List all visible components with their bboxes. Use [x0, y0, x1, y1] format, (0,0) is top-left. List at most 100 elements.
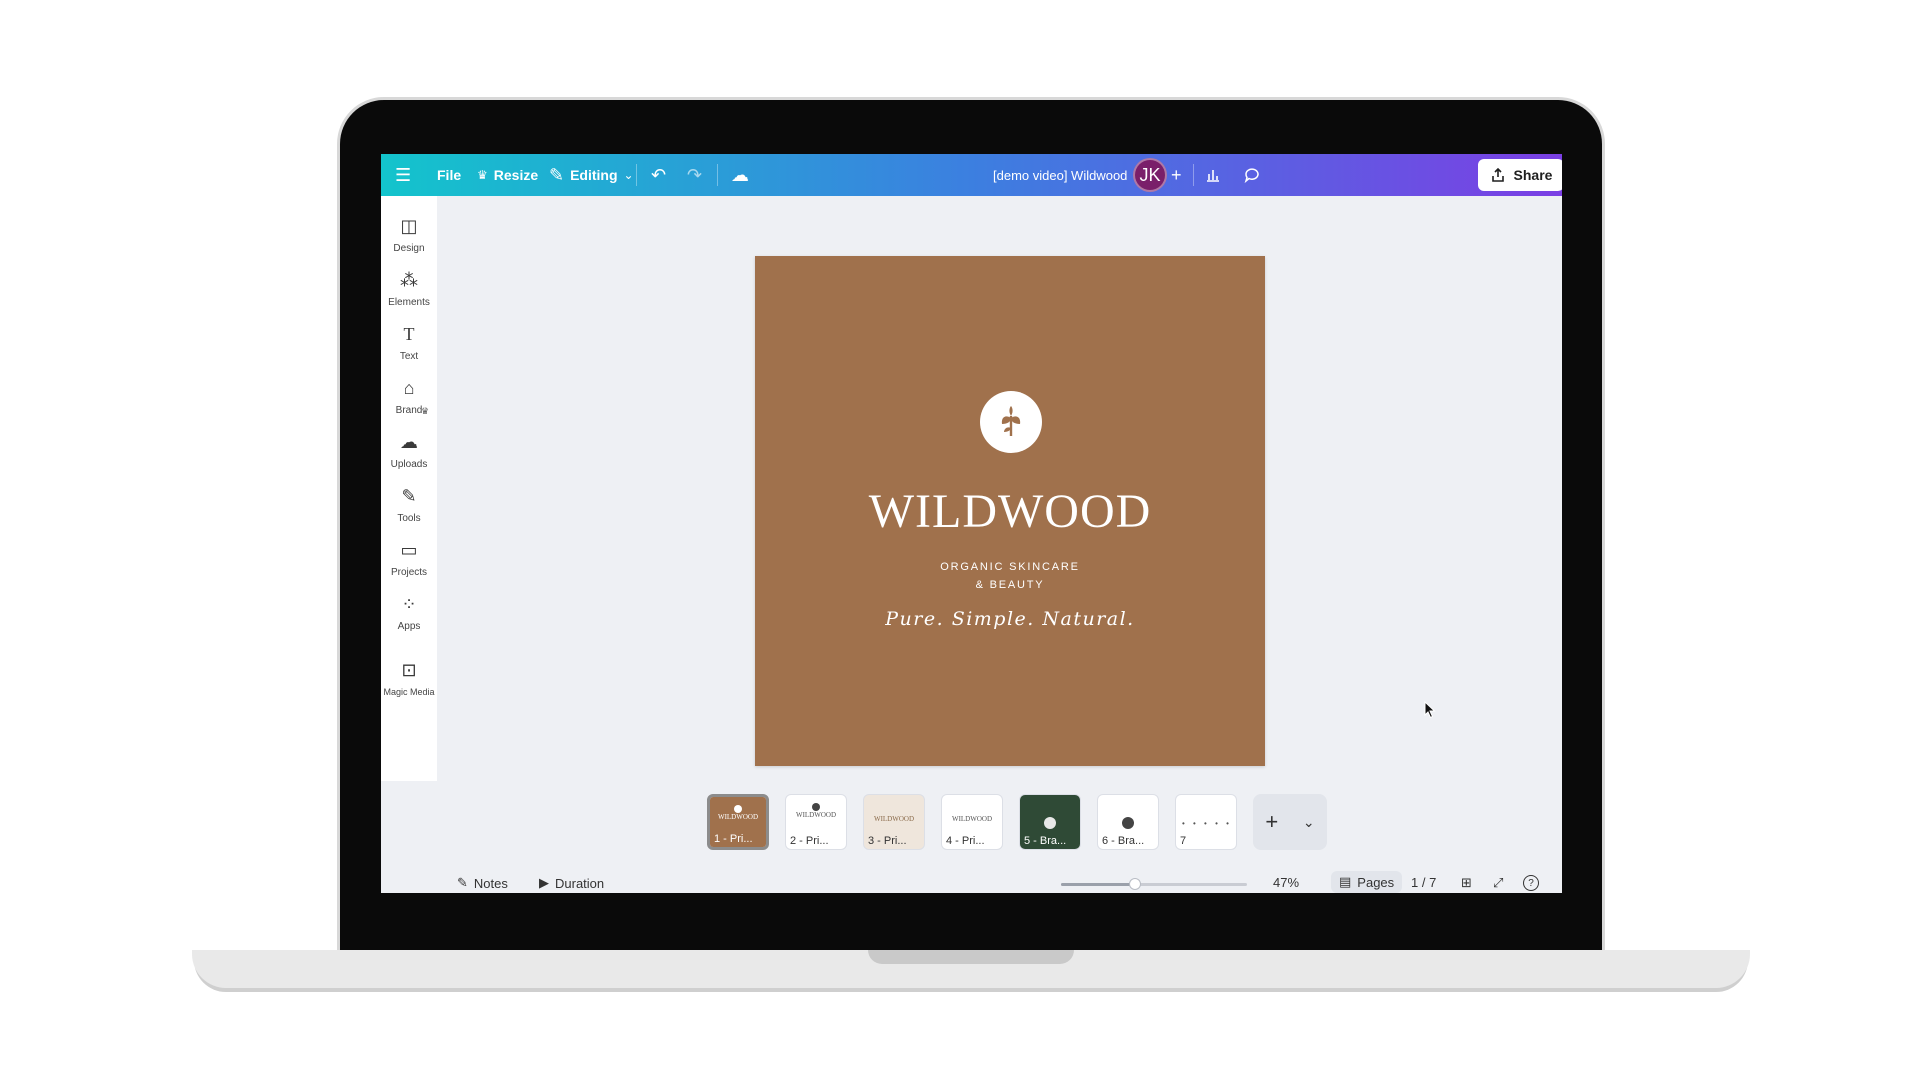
design-canvas[interactable]: WILDWOOD ORGANIC SKINCARE & BEAUTY Pure.…: [755, 256, 1265, 766]
plus-icon: +: [1171, 165, 1182, 185]
pages-icon: ▤: [1339, 874, 1352, 889]
page-thumbnail-7[interactable]: • • • • • 7: [1175, 794, 1237, 850]
sidebar-item-tools[interactable]: ✎ Tools: [381, 484, 437, 524]
cloud-save-button[interactable]: ☁: [731, 154, 749, 196]
page-label: 2 - Pri...: [790, 835, 829, 847]
notes-button[interactable]: ✎ Notes: [457, 875, 508, 891]
page-thumbnail-2[interactable]: WILDWOOD 2 - Pri...: [785, 794, 847, 850]
page-label: 1 - Pri...: [714, 833, 753, 845]
sidebar-item-uploads[interactable]: ☁ Uploads: [381, 430, 437, 470]
upload-share-icon: [1491, 167, 1504, 182]
thumb-brand-name: WILDWOOD: [795, 811, 837, 819]
sidebar-item-label: Apps: [397, 621, 421, 632]
pages-label: Pages: [1357, 874, 1395, 890]
sidebar-item-design[interactable]: ◫ Design: [381, 214, 437, 254]
notes-icon: ✎: [457, 875, 468, 890]
resize-button[interactable]: ♛ Resize: [477, 154, 538, 196]
page-thumbnail-6[interactable]: 6 - Bra...: [1097, 794, 1159, 850]
elements-icon: ⁂: [400, 270, 418, 290]
page-count: 1 / 7: [1411, 875, 1437, 890]
plus-icon: +: [1265, 809, 1279, 834]
leaf-icon: [734, 805, 742, 813]
sidebar-item-label: Text: [399, 351, 419, 362]
editing-mode-dropdown[interactable]: ✎ Editing ⌄: [549, 154, 634, 196]
sidebar-item-label: Magic Media: [383, 687, 435, 697]
comments-button[interactable]: [1243, 154, 1261, 196]
duration-button[interactable]: ▶ Duration: [539, 875, 604, 891]
fullscreen-button[interactable]: ⤢: [1493, 875, 1503, 891]
sidebar-item-magic-media[interactable]: ⊡ Magic Media: [381, 658, 437, 697]
main-menu-button[interactable]: ☰: [395, 154, 411, 196]
thumb-brand-name: WILDWOOD: [717, 813, 759, 821]
thumb-icons-row: • • • • •: [1182, 819, 1232, 828]
zoom-level[interactable]: 47%: [1273, 875, 1299, 890]
play-box-icon: ▶: [539, 875, 549, 890]
arrow-cursor-icon: [1424, 700, 1436, 719]
help-button[interactable]: ?: [1523, 875, 1539, 891]
redo-button[interactable]: ↷: [687, 154, 702, 196]
leaf-icon: [1001, 406, 1021, 436]
cloud-check-icon: ☁: [731, 165, 749, 185]
page-label: 7: [1180, 835, 1187, 847]
file-label: File: [437, 167, 462, 183]
sidebar-item-label: Design: [393, 243, 425, 254]
page-thumbnail-3[interactable]: WILDWOOD 3 - Pri...: [863, 794, 925, 850]
sidebar-item-projects[interactable]: ▭ Projects: [381, 538, 437, 578]
user-avatar[interactable]: JK: [1133, 154, 1167, 196]
zoom-value: 47%: [1273, 875, 1300, 890]
page-label: 4 - Pri...: [946, 835, 985, 847]
undo-button[interactable]: ↶: [651, 154, 666, 196]
zoom-slider[interactable]: [1061, 878, 1247, 890]
top-bar: ☰ File ♛ Resize ✎ Editing ⌄ ↶ ↷ ☁ [demo …: [381, 154, 1562, 196]
sidebar-item-label: Uploads: [390, 459, 428, 470]
uploads-icon: ☁: [400, 432, 418, 452]
leaf-logo-icon[interactable]: [980, 391, 1042, 453]
document-title[interactable]: [demo video] Wildwood: [993, 154, 1127, 196]
leaf-icon: [1044, 817, 1056, 829]
grid-view-button[interactable]: ⊞: [1461, 875, 1472, 891]
projects-icon: ▭: [400, 540, 418, 560]
file-menu-button[interactable]: File: [437, 154, 461, 196]
subtitle-line-2: & BEAUTY: [975, 579, 1045, 591]
expand-icon: ⤢: [1493, 875, 1504, 890]
brand-tagline[interactable]: Pure. Simple. Natural.: [755, 608, 1265, 630]
brand-icon: ⌂: [403, 378, 415, 398]
sidebar-item-apps[interactable]: ⁘ Apps: [381, 592, 437, 632]
pencil-icon: ✎: [549, 165, 565, 185]
share-button[interactable]: Share: [1478, 159, 1562, 191]
resize-label: Resize: [493, 167, 539, 183]
editing-label: Editing: [570, 167, 618, 183]
redo-icon: ↷: [687, 165, 703, 185]
page-label: 3 - Pri...: [868, 835, 907, 847]
zoom-slider-knob[interactable]: [1129, 878, 1141, 890]
page-thumbnail-4[interactable]: WILDWOOD 4 - Pri...: [941, 794, 1003, 850]
divider: [1193, 164, 1194, 186]
page-thumbnail-5[interactable]: 5 - Bra...: [1019, 794, 1081, 850]
tools-icon: ✎: [401, 486, 417, 506]
sidebar-item-label: Projects: [390, 567, 428, 578]
chevron-down-icon: ⌄: [1302, 813, 1315, 830]
brand-name-text[interactable]: WILDWOOD: [755, 484, 1265, 539]
bar-chart-icon: [1207, 170, 1219, 182]
thumb-brand-name: WILDWOOD: [951, 815, 993, 823]
app-screen: ☰ File ♛ Resize ✎ Editing ⌄ ↶ ↷ ☁ [demo …: [381, 154, 1562, 893]
sidebar-item-elements[interactable]: ⁂ Elements: [381, 268, 437, 308]
invite-button[interactable]: +: [1171, 154, 1182, 196]
bottom-footer: ✎ Notes ▶ Duration 47% ▤ Pages 1 / 7 ⊞ ⤢…: [381, 871, 1562, 893]
page-label: 5 - Bra...: [1024, 835, 1067, 847]
apps-icon: ⁘: [401, 594, 417, 614]
avatar: JK: [1133, 158, 1167, 192]
zoom-slider-fill: [1061, 883, 1136, 886]
leaf-icon: [812, 803, 820, 811]
sidebar-item-text[interactable]: T Text: [381, 322, 437, 362]
page-counter: 1 / 7: [1411, 875, 1436, 890]
subtitle-line-1: ORGANIC SKINCARE: [940, 561, 1080, 573]
pages-button[interactable]: ▤ Pages: [1331, 871, 1403, 893]
add-page-button[interactable]: + ⌄: [1253, 794, 1327, 850]
page-thumbnail-1[interactable]: WILDWOOD 1 - Pri...: [707, 794, 769, 850]
sidebar-item-brand[interactable]: ⌂ Brand: [381, 376, 437, 416]
brand-subtitle[interactable]: ORGANIC SKINCARE & BEAUTY: [755, 558, 1265, 594]
insights-button[interactable]: [1205, 154, 1221, 196]
divider: [717, 164, 718, 186]
undo-icon: ↶: [651, 165, 667, 185]
